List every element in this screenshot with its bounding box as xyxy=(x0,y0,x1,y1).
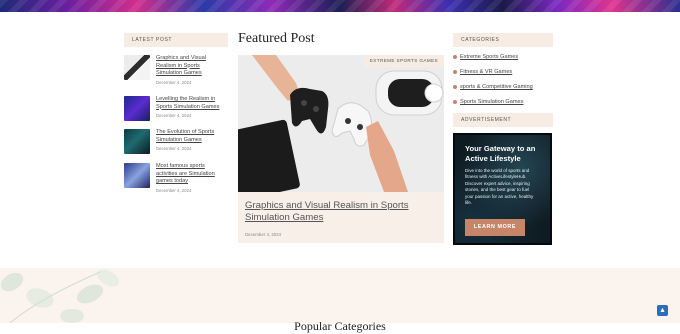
category-label[interactable]: sports & Competitive Gaming xyxy=(460,84,533,90)
ad-body-text: Dive into the world of sports and fitnes… xyxy=(465,168,545,206)
category-link[interactable]: sports & Competitive Gaming xyxy=(453,84,533,90)
categories-heading: CATEGORIES xyxy=(453,33,553,47)
post-title-line[interactable]: The Evolution of Sports xyxy=(156,129,228,137)
post-title-link[interactable]: Graphics and Visual Realism in Sports Si… xyxy=(156,55,228,78)
featured-post-image[interactable]: EXTREME SPORTS GAMES xyxy=(238,55,444,192)
category-label[interactable]: Sports Simulation Games xyxy=(460,99,523,105)
post-date: December 4, 2024 xyxy=(156,188,192,193)
featured-title-line[interactable]: Graphics and Visual Realism in Sports xyxy=(245,200,435,212)
post-title-line[interactable]: Most famous sports xyxy=(156,163,228,171)
post-thumbnail[interactable] xyxy=(124,55,150,80)
post-title-line[interactable]: activities are Simulation xyxy=(156,171,228,179)
latest-post-item[interactable]: The Evolution of Sports Simulation Games… xyxy=(124,129,228,159)
latest-post-item[interactable]: Graphics and Visual Realism in Sports Si… xyxy=(124,55,228,85)
latest-post-item[interactable]: Most famous sports activities are Simula… xyxy=(124,163,228,193)
advertisement-banner[interactable]: Your Gateway to an Active Lifestyle Dive… xyxy=(453,133,552,245)
gaming-hands-illustration xyxy=(238,55,444,192)
post-title-line[interactable]: Simulation Games xyxy=(156,70,228,78)
popular-categories-section: Popular Categories xyxy=(0,268,680,333)
featured-title-line[interactable]: Simulation Games xyxy=(245,212,435,224)
post-thumbnail[interactable] xyxy=(124,96,150,121)
post-title-line[interactable]: Graphics and Visual xyxy=(156,55,228,63)
featured-post-card[interactable]: EXTREME SPORTS GAMES Graphics and Visual… xyxy=(238,55,444,243)
post-title-line[interactable]: games today xyxy=(156,178,228,186)
chevron-up-icon: ▲ xyxy=(659,307,666,314)
learn-more-button[interactable]: LEARN MORE xyxy=(465,219,525,236)
featured-post-date: December 4, 2024 xyxy=(245,232,282,237)
bullet-icon xyxy=(453,84,457,89)
featured-post-heading: Featured Post xyxy=(238,31,315,46)
post-title-link[interactable]: Levelling the Realism in Sports Simulati… xyxy=(156,96,228,111)
bullet-icon xyxy=(453,54,457,59)
post-title-line[interactable]: Realism in Sports xyxy=(156,63,228,71)
featured-post-title-link[interactable]: Graphics and Visual Realism in Sports Si… xyxy=(245,200,435,224)
ad-body-line: your passion for an active, healthy xyxy=(465,193,534,199)
popular-categories-heading: Popular Categories xyxy=(294,319,386,333)
post-title-line[interactable]: Sports Simulation Games xyxy=(156,104,228,112)
category-label[interactable]: Extreme Sports Games xyxy=(460,54,518,60)
ad-headline-line: Your Gateway to an xyxy=(465,144,536,153)
post-title-link[interactable]: Most famous sports activities are Simula… xyxy=(156,163,228,186)
category-link[interactable]: Extreme Sports Games xyxy=(453,54,518,60)
category-link[interactable]: Fitness & VR Games xyxy=(453,69,512,75)
category-badge[interactable]: EXTREME SPORTS GAMES xyxy=(363,55,444,67)
post-date: December 4, 2024 xyxy=(156,113,192,118)
category-label[interactable]: Fitness & VR Games xyxy=(460,69,512,75)
bullet-icon xyxy=(453,99,457,104)
post-thumbnail[interactable] xyxy=(124,129,150,154)
post-title-line[interactable]: Simulation Games xyxy=(156,137,228,145)
latest-posts-heading: LATEST POST xyxy=(124,33,228,47)
post-date: December 4, 2024 xyxy=(156,80,192,85)
scroll-to-top-button[interactable]: ▲ xyxy=(657,305,668,316)
category-link[interactable]: Sports Simulation Games xyxy=(453,99,523,105)
post-thumbnail[interactable] xyxy=(124,163,150,188)
leaf-decoration-icon xyxy=(0,269,119,323)
post-title-link[interactable]: The Evolution of Sports Simulation Games xyxy=(156,129,228,144)
post-title-line[interactable]: Levelling the Realism in xyxy=(156,96,228,104)
latest-post-item[interactable]: Levelling the Realism in Sports Simulati… xyxy=(124,96,228,126)
bullet-icon xyxy=(453,69,457,74)
post-date: December 4, 2024 xyxy=(156,146,192,151)
ad-headline: Your Gateway to an Active Lifestyle xyxy=(465,144,547,164)
header-banner-image xyxy=(0,0,680,12)
ad-body-line: life. xyxy=(465,200,473,206)
ad-headline-line: Active Lifestyle xyxy=(465,154,521,163)
advertisement-heading: ADVERTISEMENT xyxy=(453,113,553,127)
